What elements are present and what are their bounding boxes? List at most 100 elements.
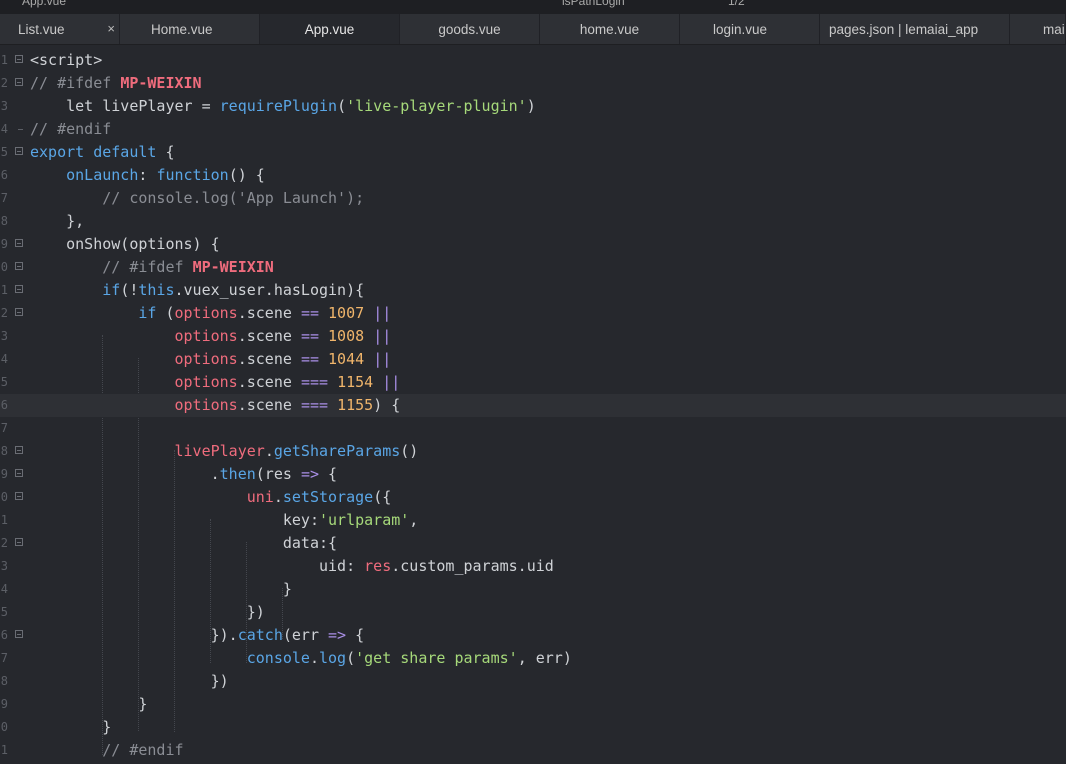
tab-goods-vue[interactable]: goods.vue: [400, 14, 540, 44]
fold-toggle-icon[interactable]: [15, 492, 23, 500]
code-line[interactable]: 1 <script>: [0, 49, 1066, 72]
code-token: let livePlayer =: [30, 97, 220, 115]
code-line[interactable]: 6 onLaunch: function() {: [0, 164, 1066, 187]
fold-toggle-icon[interactable]: [15, 538, 23, 546]
code-token: if: [138, 304, 157, 322]
code-token: // console.log('App Launch');: [30, 189, 365, 207]
tab-label: mai: [1043, 21, 1065, 37]
code-token: },: [30, 212, 85, 230]
code-token: 1154: [337, 373, 374, 391]
code-line[interactable]: 0 // #ifdef MP-WEIXIN: [0, 256, 1066, 279]
fold-toggle-icon[interactable]: [15, 630, 23, 638]
close-icon[interactable]: ×: [107, 21, 115, 36]
code-line[interactable]: 7 console.log('get share params', err): [0, 647, 1066, 670]
tab-mai[interactable]: mai: [1010, 14, 1066, 44]
code-text: key:'urlparam',: [30, 511, 418, 530]
code-editor[interactable]: 1 <script> 2 // #ifdef MP-WEIXIN 3 let liveP…: [0, 45, 1066, 764]
code-line[interactable]: 8 },: [0, 210, 1066, 233]
code-token: ===: [300, 396, 329, 414]
code-line[interactable]: 4 // #endif: [0, 118, 1066, 141]
code-line[interactable]: 7: [0, 417, 1066, 440]
code-token: }: [30, 718, 112, 736]
fold-toggle-icon[interactable]: [15, 262, 23, 270]
code-token: ({: [373, 488, 392, 506]
tab-list-vue[interactable]: List.vue ×: [0, 14, 120, 44]
code-token: setStorage: [282, 488, 374, 506]
line-number: 9: [0, 467, 8, 481]
code-line[interactable]: 9 }: [0, 693, 1066, 716]
code-line[interactable]: 6 }).catch(err => {: [0, 624, 1066, 647]
code-text: }).catch(err => {: [30, 626, 365, 645]
code-token: (: [156, 304, 175, 322]
fold-toggle-icon[interactable]: [15, 78, 23, 86]
code-line[interactable]: 2 if (options.scene == 1007 ||: [0, 302, 1066, 325]
code-line[interactable]: 4 }: [0, 578, 1066, 601]
code-text: }): [30, 603, 265, 622]
fold-toggle-icon[interactable]: [15, 469, 23, 477]
code-line[interactable]: 5 }): [0, 601, 1066, 624]
code-token: then: [219, 465, 256, 483]
code-token: if: [102, 281, 121, 299]
fold-toggle-icon[interactable]: [15, 55, 23, 63]
code-token: key:: [30, 511, 319, 529]
tab-home-vue-2[interactable]: home.vue: [540, 14, 680, 44]
code-line[interactable]: 1 // #endif: [0, 739, 1066, 762]
tab-label: Home.vue: [151, 21, 213, 37]
code-line[interactable]: 3 options.scene == 1008 ||: [0, 325, 1066, 348]
code-token: .scene: [237, 327, 301, 345]
code-text: <script>: [30, 51, 102, 70]
code-line[interactable]: 2 // #ifdef MP-WEIXIN: [0, 72, 1066, 95]
code-line[interactable]: 0 }: [0, 716, 1066, 739]
code-line[interactable]: 8 }): [0, 670, 1066, 693]
code-line[interactable]: 9 .then(res => {: [0, 463, 1066, 486]
fold-toggle-icon[interactable]: [15, 239, 23, 247]
fold-toggle-icon[interactable]: [15, 147, 23, 155]
code-text: options.scene === 1155) {: [30, 396, 401, 415]
tab-login-vue[interactable]: login.vue: [680, 14, 820, 44]
fold-toggle-icon[interactable]: [15, 446, 23, 454]
code-line[interactable]: 0 uni.setStorage({: [0, 486, 1066, 509]
editor-tab-bar: List.vue × Home.vue App.vue goods.vue ho…: [0, 14, 1066, 45]
code-line[interactable]: 9 onShow(options) {: [0, 233, 1066, 256]
fold-toggle-icon[interactable]: [15, 285, 23, 293]
code-line[interactable]: 3 let livePlayer = requirePlugin('live-p…: [0, 95, 1066, 118]
window-title-bar: App.vue isPathLogin 1/2: [0, 0, 1066, 14]
code-line[interactable]: 2 data:{: [0, 532, 1066, 555]
fold-end-icon: [18, 129, 23, 130]
window-title: App.vue: [22, 0, 67, 8]
code-token: uni: [246, 488, 274, 506]
code-line[interactable]: 5 export default {: [0, 141, 1066, 164]
code-line[interactable]: 4 options.scene == 1044 ||: [0, 348, 1066, 371]
find-input[interactable]: isPathLogin: [562, 0, 625, 8]
code-text: options.scene == 1008 ||: [30, 327, 392, 346]
code-token: (): [400, 442, 419, 460]
code-line[interactable]: 1 key:'urlparam',: [0, 509, 1066, 532]
tab-home-vue[interactable]: Home.vue: [120, 14, 260, 44]
tab-app-vue[interactable]: App.vue: [260, 14, 400, 44]
tab-label: App.vue: [304, 21, 355, 37]
line-number: 5: [0, 145, 8, 159]
code-token: ==: [300, 350, 319, 368]
code-token: // #endif: [30, 120, 112, 138]
code-token: 1155: [337, 396, 374, 414]
code-token: {: [156, 143, 175, 161]
code-line[interactable]: 5 options.scene === 1154 ||: [0, 371, 1066, 394]
code-token: {: [346, 626, 365, 644]
code-line[interactable]: 1 if(!this.vuex_user.hasLogin){: [0, 279, 1066, 302]
code-token: options: [174, 396, 238, 414]
line-number: 3: [0, 329, 8, 343]
code-line[interactable]: 6 options.scene === 1155) {: [0, 394, 1066, 417]
code-token: 'get share params': [355, 649, 518, 667]
fold-toggle-icon[interactable]: [15, 308, 23, 316]
tab-pages-json[interactable]: pages.json | lemaiai_app: [820, 14, 1010, 44]
code-line[interactable]: 7 // console.log('App Launch');: [0, 187, 1066, 210]
code-line[interactable]: 3 uid: res.custom_params.uid: [0, 555, 1066, 578]
line-number: 6: [0, 168, 8, 182]
line-number: 0: [0, 260, 8, 274]
code-line[interactable]: 8 livePlayer.getShareParams(): [0, 440, 1066, 463]
code-token: ||: [373, 327, 392, 345]
